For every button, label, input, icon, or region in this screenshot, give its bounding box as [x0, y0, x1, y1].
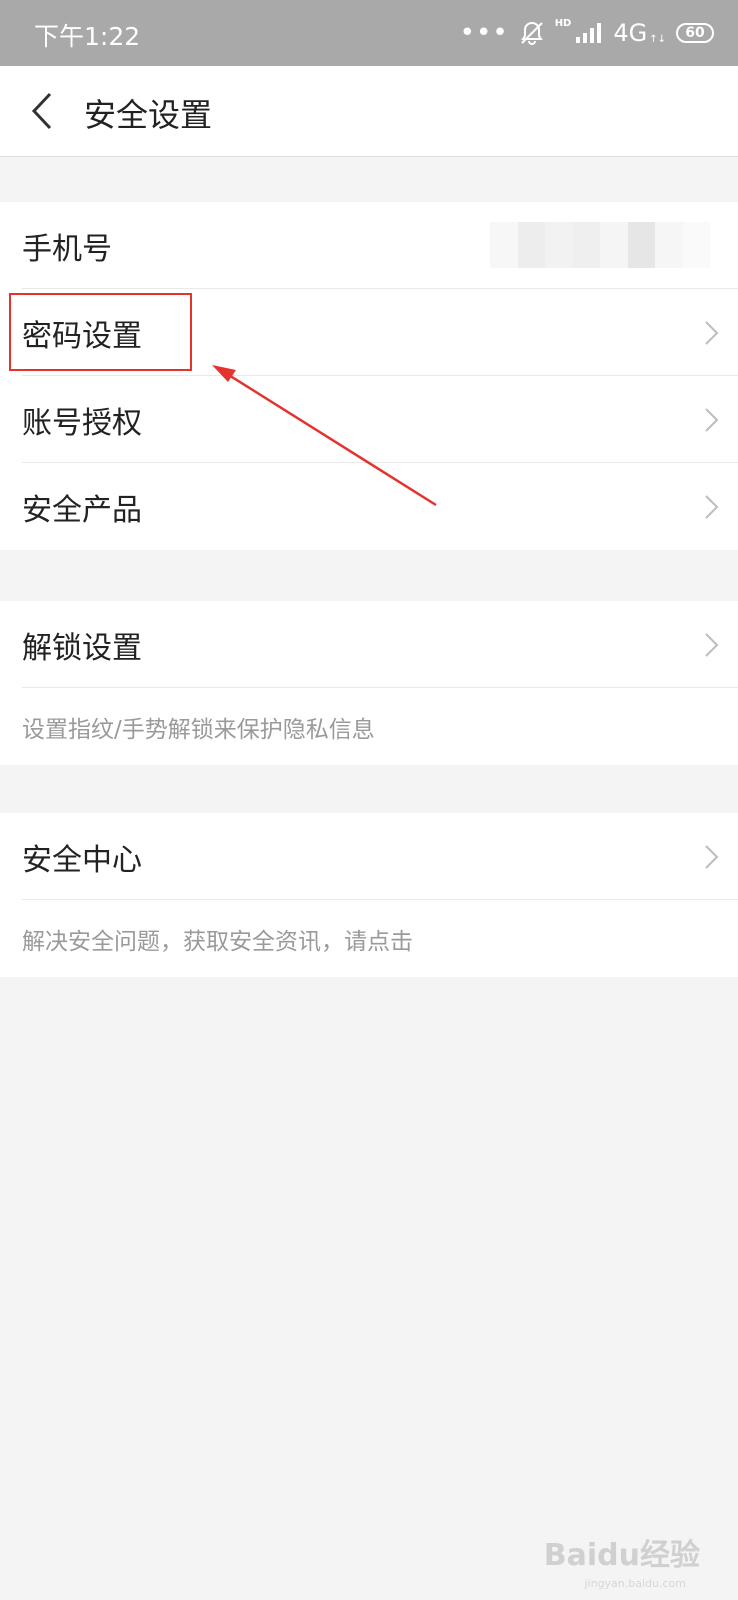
unlock-group: 解锁设置 设置指纹/手势解锁来保护隐私信息 [0, 601, 738, 765]
row-label: 安全产品 [22, 493, 142, 528]
chevron-right-icon [705, 408, 719, 432]
row-label: 手机号 [22, 232, 112, 267]
unlock-description: 设置指纹/手势解锁来保护隐私信息 [0, 688, 738, 765]
settings-row-security-products[interactable]: 安全产品 [0, 463, 738, 550]
network-type: 4G [613, 19, 648, 47]
phone-number-blurred [490, 222, 710, 268]
back-arrow-icon[interactable] [22, 88, 68, 134]
description-text: 解决安全问题，获取安全资讯，请点击 [22, 929, 413, 955]
status-time: 下午1:22 [34, 22, 141, 51]
row-label: 账号授权 [22, 406, 142, 441]
baidu-watermark-url: jingyan.baidu.com [584, 1577, 686, 1590]
chevron-right-icon [705, 633, 719, 657]
baidu-watermark-logo: Baidu经验 [543, 1538, 700, 1573]
annotation-highlight-box [9, 293, 192, 371]
chevron-right-icon [705, 495, 719, 519]
data-arrows-icon: ↑↓ [649, 33, 666, 45]
chevron-right-icon [705, 321, 719, 345]
settings-row-security-center[interactable]: 安全中心 [0, 813, 738, 900]
settings-row-account-auth[interactable]: 账号授权 [0, 376, 738, 463]
bell-muted-icon [520, 21, 543, 45]
chevron-right-icon [705, 845, 719, 869]
status-icons: ••• HD 4G ↑↓ 60 [460, 16, 714, 50]
settings-row-phone[interactable]: 手机号 [0, 202, 738, 289]
status-bar: 下午1:22 ••• HD 4G ↑↓ 60 [0, 0, 738, 66]
row-label: 解锁设置 [22, 631, 142, 666]
more-notifications-icon: ••• [459, 18, 509, 48]
row-label: 安全中心 [22, 843, 142, 878]
description-text: 设置指纹/手势解锁来保护隐私信息 [22, 717, 375, 743]
settings-row-unlock[interactable]: 解锁设置 [0, 601, 738, 688]
security-center-group: 安全中心 解决安全问题，获取安全资讯，请点击 [0, 813, 738, 977]
signal-icon [576, 23, 602, 43]
hd-label: HD [554, 17, 572, 29]
page-title: 安全设置 [84, 96, 213, 134]
nav-bar: 安全设置 [0, 66, 738, 157]
security-center-description: 解决安全问题，获取安全资讯，请点击 [0, 900, 738, 977]
battery-icon: 60 [676, 23, 714, 43]
account-security-group: 手机号 密码设置 账号授权 安全产品 [0, 202, 738, 550]
